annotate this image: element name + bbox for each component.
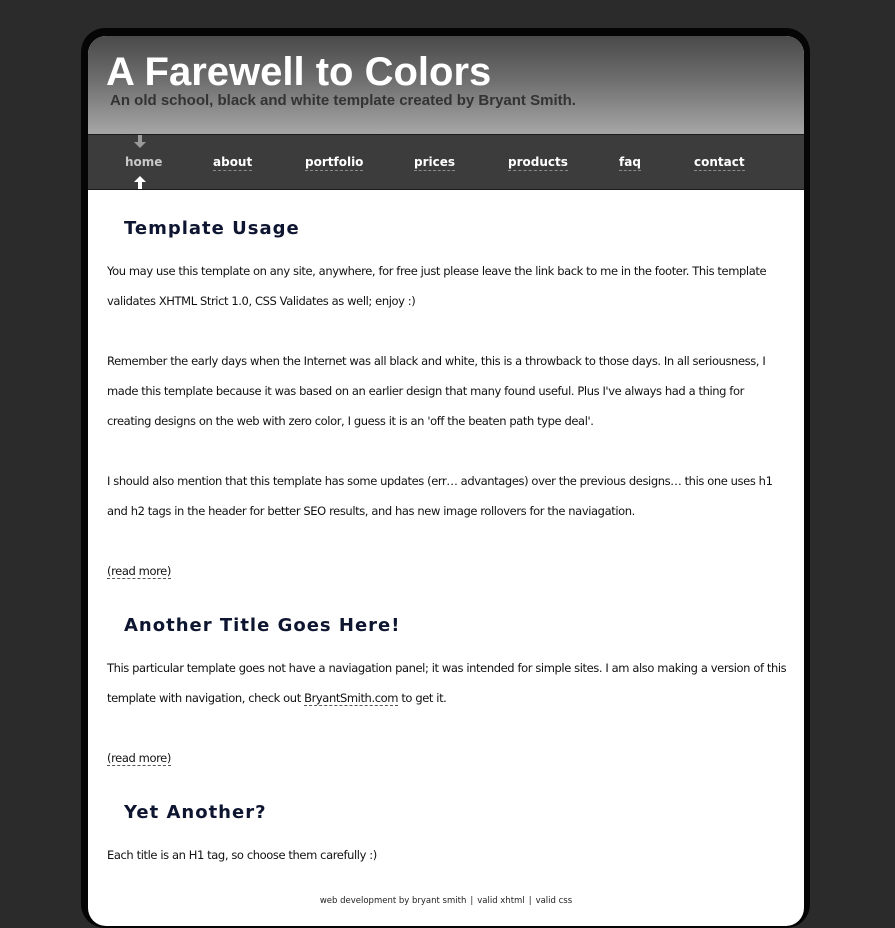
paragraph: Remember the early days when the Interne…	[107, 354, 766, 428]
paragraph: Each title is an H1 tag, so choose them …	[107, 848, 377, 862]
valid-css-link[interactable]: valid css	[536, 896, 573, 906]
nav-item-prices[interactable]: prices	[414, 155, 456, 171]
bryantsmith-link[interactable]: BryantSmith.com	[304, 691, 398, 706]
read-more-link[interactable]: (read more)	[107, 751, 171, 766]
section-title: Template Usage	[124, 218, 300, 239]
site-header: A Farewell to Colors An old school, blac…	[88, 36, 804, 134]
arrow-up-icon	[134, 176, 146, 189]
section-title: Another Title Goes Here!	[124, 615, 401, 636]
site-title: A Farewell to Colors	[106, 50, 492, 94]
site-footer: web development by bryant smith | valid xh…	[88, 896, 804, 906]
nav-item-faq[interactable]: faq	[619, 155, 641, 171]
site-subtitle: An old school, black and white template …	[110, 92, 576, 109]
valid-xhtml-link[interactable]: valid xhtml	[477, 896, 524, 906]
nav-item-portfolio[interactable]: portfolio	[305, 155, 364, 171]
nav-item-about[interactable]: about	[213, 155, 253, 171]
read-more-link[interactable]: (read more)	[107, 564, 171, 579]
paragraph-text: This particular template goes not have a…	[107, 661, 787, 705]
section-title: Yet Another?	[124, 802, 267, 823]
footer-separator: |	[470, 896, 474, 906]
nav-item-products[interactable]: products	[508, 155, 568, 171]
nav-item-contact[interactable]: contact	[694, 155, 745, 171]
paragraph: I should also mention that this template…	[107, 474, 773, 518]
nav-item-home[interactable]: home	[125, 155, 162, 170]
footer-credit-link[interactable]: web development by bryant smith	[320, 896, 467, 906]
paragraph-text: to get it.	[401, 691, 447, 705]
paragraph: This particular template goes not have a…	[107, 653, 789, 713]
page-container: A Farewell to Colors An old school, blac…	[88, 36, 804, 926]
main-nav: home about portfolio prices products faq…	[88, 134, 804, 190]
arrow-down-icon	[134, 135, 146, 148]
footer-separator: |	[528, 896, 532, 906]
paragraph: You may use this template on any site, a…	[107, 264, 767, 308]
